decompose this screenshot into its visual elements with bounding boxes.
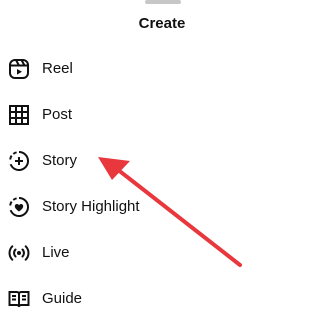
menu-item-label: Reel (42, 60, 73, 77)
menu-item-reel[interactable]: Reel (0, 46, 324, 92)
menu-item-guide[interactable]: Guide (0, 276, 324, 322)
sheet-title: Create (138, 15, 186, 32)
menu-item-live[interactable]: Live (0, 230, 324, 276)
menu-item-story[interactable]: Story (0, 138, 324, 184)
highlight-heart-icon (7, 195, 31, 219)
menu-item-post[interactable]: Post (0, 92, 324, 138)
menu-item-label: Post (42, 106, 73, 123)
guide-book-icon (7, 287, 31, 311)
menu-item-label: Story (42, 152, 78, 169)
grid-icon (7, 103, 31, 127)
story-add-icon (7, 149, 31, 173)
live-broadcast-icon (7, 241, 31, 265)
menu-item-label: Story Highlight (42, 198, 140, 215)
menu-item-story-highlight[interactable]: Story Highlight (0, 184, 324, 230)
menu-item-label: Guide (42, 290, 83, 307)
reel-icon (7, 57, 31, 81)
menu-item-label: Live (42, 244, 70, 261)
drag-handle[interactable] (145, 0, 181, 4)
